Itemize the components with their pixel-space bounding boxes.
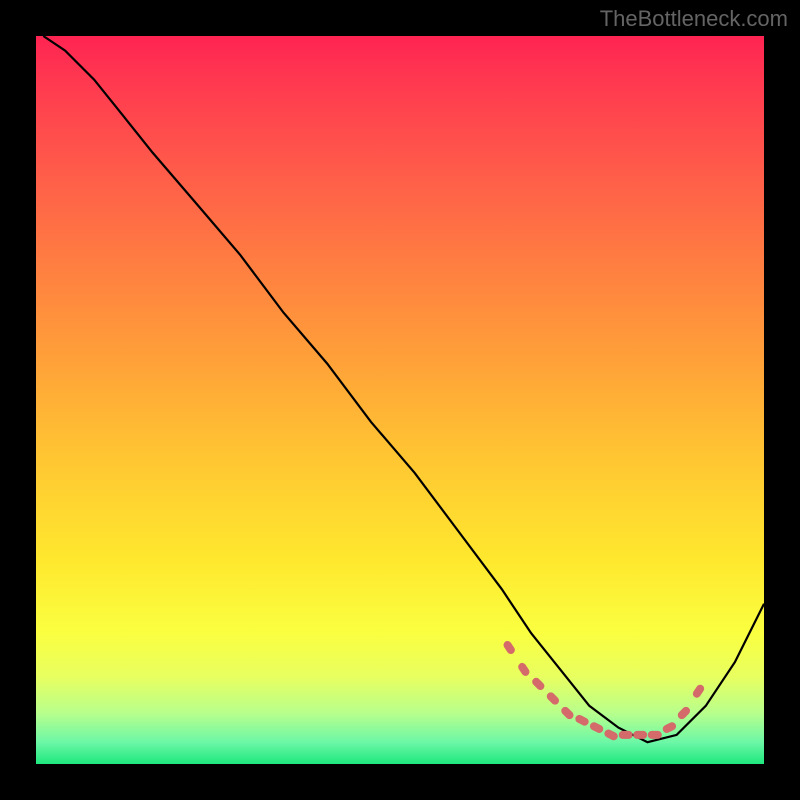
chart-plot-area — [36, 36, 764, 764]
chart-markers — [36, 36, 764, 764]
chart-curve — [36, 36, 764, 764]
watermark-text: TheBottleneck.com — [600, 6, 788, 32]
